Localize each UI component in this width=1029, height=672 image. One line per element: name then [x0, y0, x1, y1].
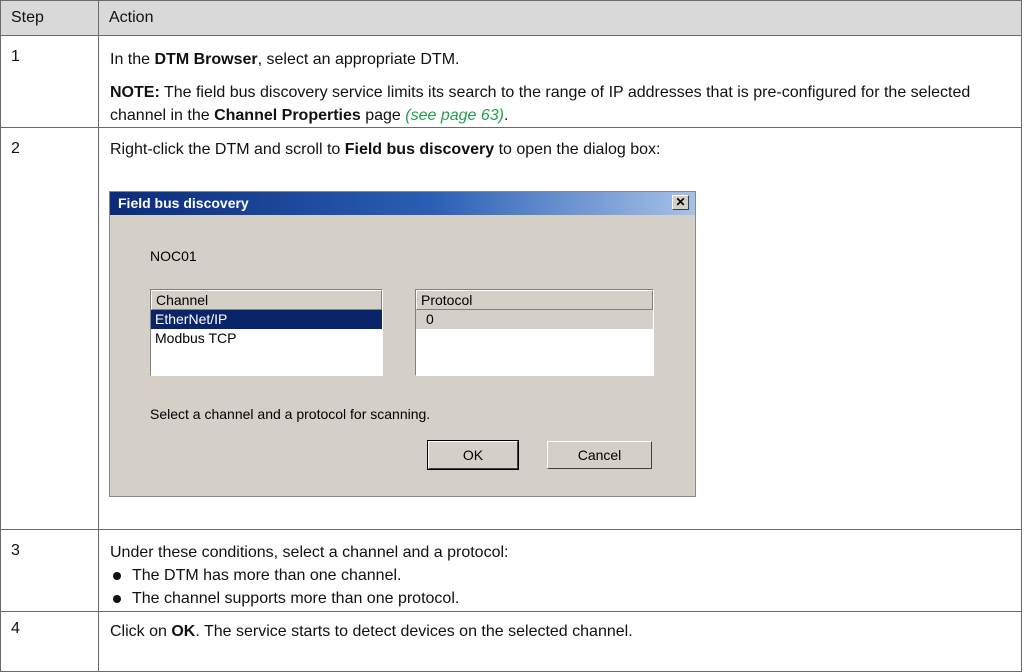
table-row: 1 In the DTM Browser, select an appropri… [0, 35, 1022, 128]
dialog-hint: Select a channel and a protocol for scan… [150, 406, 431, 422]
channel-column-header[interactable]: Channel [151, 290, 382, 310]
step-number: 3 [0, 529, 99, 612]
step-number: 2 [0, 127, 99, 530]
table-row: 3 Under these conditions, select a chann… [0, 529, 1022, 612]
step-text: Under these conditions, select a channel… [110, 544, 509, 561]
header-step: Step [0, 0, 99, 36]
list-item: The DTM has more than one channel. [110, 564, 1021, 587]
list-item-modbus-tcp[interactable]: Modbus TCP [151, 329, 382, 348]
see-page-link[interactable]: (see page 63) [405, 107, 504, 124]
step-action: Under these conditions, select a channel… [98, 529, 1022, 612]
protocol-column-header[interactable]: Protocol [416, 290, 653, 310]
channel-list[interactable]: Channel EtherNet/IP Modbus TCP [150, 289, 383, 376]
close-icon[interactable]: ✕ [672, 195, 689, 210]
step-text: In the DTM Browser, select an appropriat… [110, 51, 460, 68]
step-action: In the DTM Browser, select an appropriat… [98, 35, 1022, 128]
note-label: NOTE: [110, 84, 160, 101]
list-item-protocol-0[interactable]: 0 [416, 310, 653, 329]
table-row: 4 Click on OK. The service starts to det… [0, 611, 1022, 672]
step-text: Right-click the DTM and scroll to Field … [110, 141, 661, 158]
list-item-ethernet-ip[interactable]: EtherNet/IP [151, 310, 382, 329]
dialog-titlebar: Field bus discovery ✕ [110, 192, 695, 215]
protocol-list[interactable]: Protocol 0 [415, 289, 654, 376]
dialog-title: Field bus discovery [118, 195, 249, 211]
note-paragraph: NOTE: The field bus discovery service li… [110, 84, 971, 124]
step-action: Click on OK. The service starts to detec… [98, 611, 1022, 672]
table-header-row: Step Action [0, 0, 1022, 36]
header-action: Action [98, 0, 1022, 36]
dtm-name: NOC01 [150, 248, 197, 264]
step-number: 4 [0, 611, 99, 672]
step-number: 1 [0, 35, 99, 128]
field-bus-discovery-dialog: Field bus discovery ✕ NOC01 Channel Ethe… [109, 191, 696, 497]
condition-list: The DTM has more than one channel. The c… [110, 564, 1021, 610]
step-text: Click on OK. The service starts to detec… [110, 623, 633, 640]
ok-button[interactable]: OK [427, 440, 519, 470]
cancel-button[interactable]: Cancel [547, 441, 652, 469]
list-item: The channel supports more than one proto… [110, 587, 1021, 610]
